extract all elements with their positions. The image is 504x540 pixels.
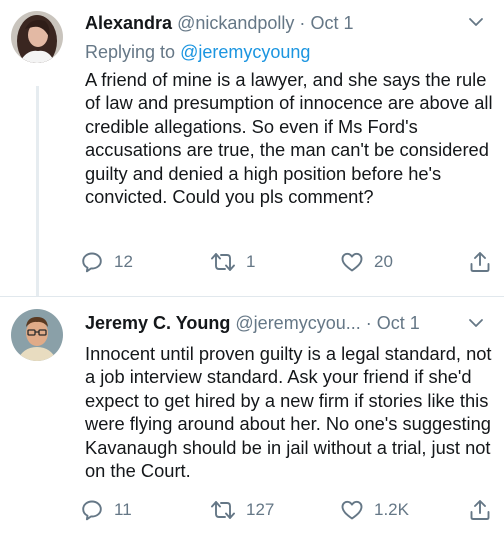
like-count: 1.2K bbox=[374, 500, 409, 519]
reply-count: 11 bbox=[114, 500, 132, 519]
retweet-count: 1 bbox=[246, 252, 256, 271]
tweet-actions: 11 127 1.2K bbox=[80, 496, 500, 524]
retweet-button[interactable]: 1 bbox=[210, 248, 255, 276]
reply-icon bbox=[80, 250, 104, 274]
replying-to: Replying to @jeremycyoung bbox=[85, 42, 310, 63]
tweet-alexandra[interactable]: Alexandra @nickandpolly · Oct 1 Replying… bbox=[0, 0, 504, 296]
tweet-jeremy[interactable]: Jeremy C. Young @jeremycyou... · Oct 1 I… bbox=[0, 297, 504, 540]
retweet-icon bbox=[210, 250, 236, 274]
thread-line bbox=[36, 86, 39, 296]
like-button[interactable]: 1.2K bbox=[340, 496, 409, 524]
tweet-header: Alexandra @nickandpolly · Oct 1 bbox=[85, 12, 484, 34]
separator: · bbox=[299, 13, 306, 33]
share-button[interactable] bbox=[468, 248, 492, 276]
user-handle[interactable]: @nickandpolly bbox=[177, 13, 294, 33]
avatar[interactable] bbox=[11, 11, 63, 63]
chevron-down-icon[interactable] bbox=[466, 313, 486, 338]
chevron-down-icon[interactable] bbox=[466, 12, 486, 37]
avatar-photo bbox=[11, 11, 63, 63]
share-button[interactable] bbox=[468, 496, 492, 524]
tweet-actions: 12 1 20 bbox=[80, 248, 500, 276]
retweet-icon bbox=[210, 498, 236, 522]
tweet-date[interactable]: Oct 1 bbox=[377, 313, 420, 333]
share-icon bbox=[468, 498, 492, 522]
retweet-count: 127 bbox=[246, 500, 275, 519]
retweet-button[interactable]: 127 bbox=[210, 496, 274, 524]
replying-prefix: Replying to bbox=[85, 42, 176, 62]
display-name[interactable]: Jeremy C. Young bbox=[85, 313, 230, 333]
heart-icon bbox=[340, 498, 364, 522]
share-icon bbox=[468, 250, 492, 274]
user-handle[interactable]: @jeremycyou... bbox=[235, 313, 360, 333]
tweet-text: Innocent until proven guilty is a legal … bbox=[85, 343, 492, 482]
display-name[interactable]: Alexandra bbox=[85, 13, 172, 33]
reply-button[interactable]: 11 bbox=[80, 496, 132, 524]
separator: · bbox=[365, 313, 372, 333]
tweet-date[interactable]: Oct 1 bbox=[310, 13, 353, 33]
reply-icon bbox=[80, 498, 104, 522]
like-button[interactable]: 20 bbox=[340, 248, 393, 276]
tweet-header: Jeremy C. Young @jeremycyou... · Oct 1 bbox=[85, 312, 484, 334]
like-count: 20 bbox=[374, 252, 393, 271]
avatar[interactable] bbox=[11, 309, 63, 361]
reply-count: 12 bbox=[114, 252, 133, 271]
avatar-photo bbox=[11, 309, 63, 361]
reply-button[interactable]: 12 bbox=[80, 248, 133, 276]
mention-link[interactable]: @jeremycyoung bbox=[180, 42, 310, 62]
heart-icon bbox=[340, 250, 364, 274]
tweet-text: A friend of mine is a lawyer, and she sa… bbox=[85, 69, 493, 208]
